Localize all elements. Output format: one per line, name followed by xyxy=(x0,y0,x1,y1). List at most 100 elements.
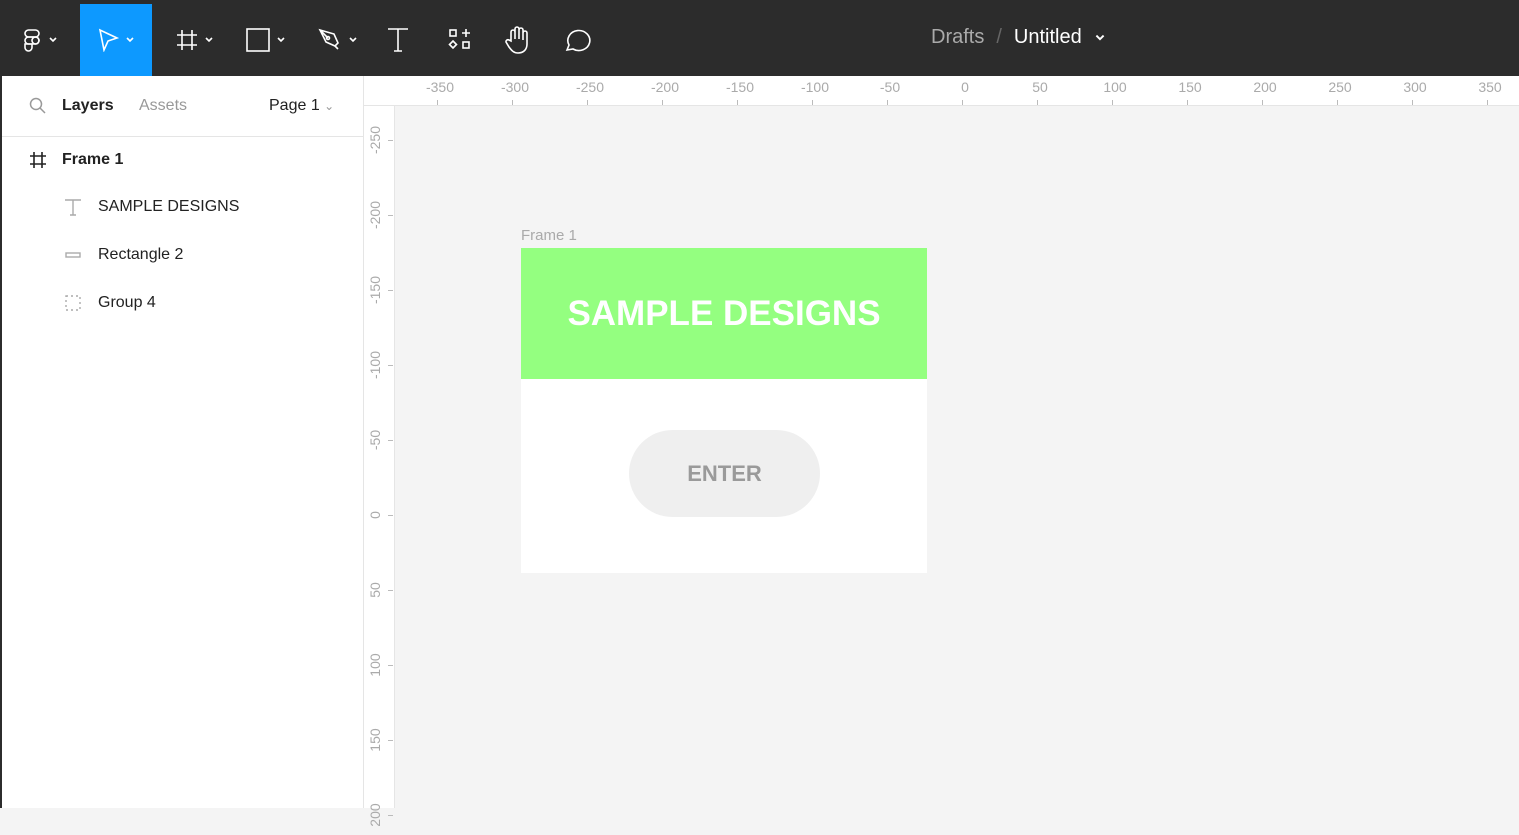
ruler-tick xyxy=(1037,100,1038,105)
ruler-label: -200 xyxy=(367,200,383,230)
main-menu-button[interactable] xyxy=(0,4,80,76)
cursor-icon xyxy=(98,28,119,52)
move-tool-button[interactable] xyxy=(80,4,152,76)
rectangle-tool-button[interactable] xyxy=(236,4,296,76)
layer-name: Group 4 xyxy=(98,294,156,311)
ruler-label: 100 xyxy=(1103,79,1127,95)
figma-logo-icon xyxy=(24,29,40,52)
ruler-label: -300 xyxy=(500,79,530,95)
header-rectangle[interactable]: SAMPLE DESIGNS xyxy=(521,248,927,379)
ruler-label: -250 xyxy=(575,79,605,95)
layers-panel: Layers Assets Page 1 ⌄ Frame 1 SAMPLE DE… xyxy=(0,76,364,808)
ruler-tick xyxy=(437,100,438,105)
page-name: Page 1 xyxy=(269,97,320,114)
ruler-label: 250 xyxy=(1328,79,1352,95)
file-name[interactable]: Untitled xyxy=(1014,26,1082,49)
ruler-label: -50 xyxy=(367,429,383,451)
ruler-label: -150 xyxy=(725,79,755,95)
ruler-label: -250 xyxy=(367,125,383,155)
ruler-tick xyxy=(1187,100,1188,105)
page-selector[interactable]: Page 1 ⌄ xyxy=(269,97,334,115)
breadcrumb-separator: / xyxy=(996,26,1002,48)
chevron-down-icon xyxy=(277,37,285,43)
ruler-tick xyxy=(388,590,393,591)
hand-tool-button[interactable] xyxy=(497,4,537,76)
enter-button[interactable]: ENTER xyxy=(629,430,820,517)
ruler-tick xyxy=(512,100,513,105)
comment-tool-button[interactable] xyxy=(557,4,597,76)
layer-name: SAMPLE DESIGNS xyxy=(98,198,240,215)
ruler-tick xyxy=(887,100,888,105)
text-icon xyxy=(388,28,408,52)
chevron-down-icon xyxy=(349,37,357,43)
ruler-tick xyxy=(1412,100,1413,105)
chevron-down-icon: ⌄ xyxy=(324,99,335,113)
horizontal-ruler: -350 -300 -250 -200 -150 -100 -50 0 50 100 150 200 2… xyxy=(364,76,1519,106)
tab-assets[interactable]: Assets xyxy=(139,97,187,115)
vertical-ruler: -250 -200 -150 -100 -50 0 50 100 150 200 xyxy=(364,106,395,827)
frame-label[interactable]: Frame 1 xyxy=(521,227,577,244)
chevron-down-icon xyxy=(205,37,213,43)
ruler-tick xyxy=(388,440,393,441)
ruler-label: -350 xyxy=(425,79,455,95)
ruler-label: -200 xyxy=(650,79,680,95)
ruler-tick xyxy=(737,100,738,105)
frame-icon xyxy=(30,152,46,168)
pen-icon xyxy=(318,28,339,50)
ruler-label: 50 xyxy=(367,582,383,598)
ruler-tick xyxy=(388,290,393,291)
ruler-label: 100 xyxy=(367,653,383,677)
ruler-label: 300 xyxy=(1403,79,1427,95)
ruler-tick xyxy=(662,100,663,105)
layer-name: Rectangle 2 xyxy=(98,246,184,263)
ruler-tick xyxy=(388,815,393,816)
ruler-label: -100 xyxy=(367,350,383,380)
ruler-label: 200 xyxy=(367,803,383,827)
ruler-tick xyxy=(388,740,393,741)
ruler-label: 200 xyxy=(1253,79,1277,95)
ruler-label: -100 xyxy=(800,79,830,95)
resources-icon xyxy=(448,29,470,50)
ruler-tick xyxy=(962,100,963,105)
text-icon xyxy=(65,199,81,216)
layer-group-4[interactable]: Group 4 xyxy=(64,294,156,312)
enter-label: ENTER xyxy=(687,460,762,486)
chevron-down-icon xyxy=(126,37,134,43)
breadcrumb: Drafts / Untitled xyxy=(931,26,1106,49)
resources-tool-button[interactable] xyxy=(440,4,480,76)
rectangle-icon xyxy=(65,252,81,258)
hand-icon xyxy=(505,26,528,54)
ruler-label: -150 xyxy=(367,275,383,305)
ruler-label: -50 xyxy=(879,79,901,95)
tab-layers[interactable]: Layers xyxy=(62,97,114,115)
ruler-label: 0 xyxy=(961,79,969,95)
ruler-tick xyxy=(1337,100,1338,105)
ruler-tick xyxy=(388,665,393,666)
layer-sample-designs[interactable]: SAMPLE DESIGNS xyxy=(64,198,239,216)
chevron-down-icon[interactable] xyxy=(1094,32,1106,44)
ruler-tick xyxy=(1487,100,1488,105)
chevron-down-icon xyxy=(49,37,57,43)
layer-rectangle-2[interactable]: Rectangle 2 xyxy=(64,246,183,264)
frame-1[interactable]: SAMPLE DESIGNS ENTER xyxy=(521,248,927,573)
frame-icon xyxy=(177,30,197,50)
ruler-tick xyxy=(1112,100,1113,105)
group-icon xyxy=(65,295,81,311)
rectangle-icon xyxy=(246,28,270,52)
text-tool-button[interactable] xyxy=(378,4,418,76)
ruler-tick xyxy=(388,215,393,216)
frame-tool-button[interactable] xyxy=(165,4,225,76)
ruler-tick xyxy=(587,100,588,105)
title-text[interactable]: SAMPLE DESIGNS xyxy=(567,294,880,334)
pen-tool-button[interactable] xyxy=(308,4,368,76)
ruler-label: 350 xyxy=(1478,79,1502,95)
ruler-tick xyxy=(388,515,393,516)
layer-frame-1[interactable]: Frame 1 xyxy=(28,150,123,170)
ruler-tick xyxy=(388,140,393,141)
ruler-label: 50 xyxy=(1032,79,1048,95)
breadcrumb-folder[interactable]: Drafts xyxy=(931,26,984,49)
search-icon[interactable] xyxy=(29,97,47,115)
layer-name: Frame 1 xyxy=(62,151,124,168)
ruler-label: 150 xyxy=(1178,79,1202,95)
comment-icon xyxy=(565,29,591,52)
